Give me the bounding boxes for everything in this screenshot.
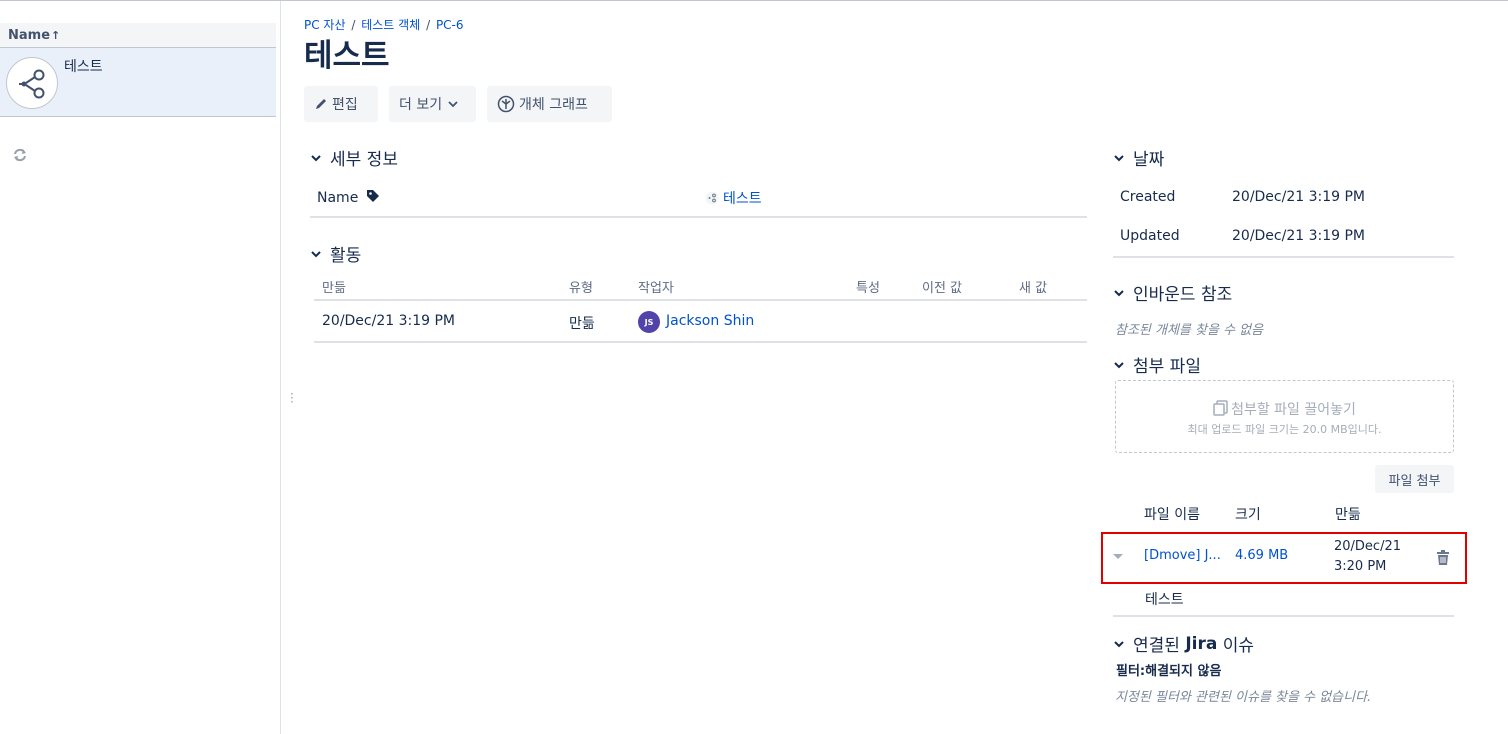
jira-empty-message: 지정된 필터와 관련된 이슈를 찾을 수 없습니다.	[1115, 690, 1372, 705]
more-button[interactable]: 더 보기	[389, 86, 476, 122]
graph-node-icon	[6, 57, 58, 109]
drop-zone-label: 첨부할 파일 끌어놓기	[1231, 402, 1356, 418]
object-list-item[interactable]: 테스트	[0, 48, 276, 117]
activity-row-type: 만듦	[569, 316, 595, 332]
graph-icon	[497, 95, 515, 113]
updated-label: Updated	[1120, 228, 1180, 244]
refresh-icon[interactable]	[11, 146, 29, 164]
name-column-header[interactable]: Name↑	[0, 23, 276, 48]
graph-node-icon	[705, 191, 719, 205]
activity-row-date: 20/Dec/21 3:19 PM	[322, 313, 456, 329]
activity-title: 활동	[330, 246, 362, 266]
sort-ascending-icon: ↑	[51, 29, 61, 42]
drop-zone-text: 첨부할 파일 끌어놓기	[1116, 399, 1453, 419]
object-graph-label: 개체 그래프	[519, 97, 588, 113]
chevron-down-icon	[1114, 361, 1124, 368]
attachments-title: 첨부 파일	[1133, 357, 1201, 377]
created-label: Created	[1120, 189, 1176, 205]
divider	[1113, 615, 1454, 617]
inbound-empty-message: 참조된 개체를 찾을 수 없음	[1115, 323, 1264, 338]
activity-header-new-value: 새 값	[1019, 281, 1048, 296]
chevron-down-icon	[1114, 289, 1124, 296]
activity-header-created: 만듦	[322, 281, 346, 296]
attachment-row-highlight	[1101, 532, 1467, 584]
avatar: JS	[638, 311, 660, 333]
chevron-down-icon	[1114, 154, 1124, 161]
attachment-comment: 테스트	[1145, 592, 1184, 608]
activity-header-attribute: 특성	[856, 281, 880, 296]
name-attribute-text: Name	[317, 190, 359, 206]
divider	[314, 299, 1087, 301]
object-list-item-label: 테스트	[64, 59, 103, 75]
attachments-section-toggle[interactable]: 첨부 파일	[1113, 352, 1201, 377]
file-drop-zone[interactable]: 첨부할 파일 끌어놓기 최대 업로드 파일 크기는 20.0 MB입니다.	[1115, 380, 1454, 453]
activity-section-toggle[interactable]: 활동	[310, 241, 361, 266]
panel-resize-handle[interactable]: · · ·	[290, 388, 294, 408]
created-value: 20/Dec/21 3:19 PM	[1232, 189, 1366, 205]
name-value-link[interactable]: 테스트	[723, 191, 762, 207]
jira-title-suffix: 이슈	[1217, 636, 1255, 656]
chevron-down-icon	[311, 154, 321, 161]
inbound-title: 인바운드 참조	[1133, 285, 1233, 305]
more-button-label: 더 보기	[399, 97, 443, 113]
divider	[310, 216, 1087, 218]
updated-value: 20/Dec/21 3:19 PM	[1232, 228, 1366, 244]
chevron-down-icon	[448, 101, 458, 108]
chevron-down-icon	[1114, 640, 1124, 647]
inbound-section-toggle[interactable]: 인바운드 참조	[1113, 280, 1232, 305]
dates-title: 날짜	[1133, 150, 1165, 170]
object-list-panel: Name↑ 테스트	[0, 1, 281, 734]
object-graph-button[interactable]: 개체 그래프	[487, 86, 612, 122]
activity-header-type: 유형	[569, 281, 593, 296]
divider	[314, 341, 1087, 343]
dates-section-toggle[interactable]: 날짜	[1113, 145, 1164, 170]
files-icon	[1213, 400, 1228, 416]
chevron-down-icon	[311, 250, 321, 257]
details-section-toggle[interactable]: 세부 정보	[310, 145, 398, 170]
edit-button-label: 편집	[332, 97, 358, 113]
activity-header-actor: 작업자	[638, 281, 674, 296]
tag-icon	[366, 190, 379, 202]
attachments-header-size: 크기	[1235, 507, 1261, 523]
attach-file-button[interactable]: 파일 첨부	[1375, 465, 1454, 493]
divider	[1113, 256, 1454, 258]
jira-title-prefix: 연결된	[1133, 636, 1186, 656]
name-column-label: Name	[8, 28, 51, 43]
jira-issues-section-toggle[interactable]: 연결된 Jira 이슈	[1113, 631, 1254, 656]
jira-filter-label: 필터:해결되지 않음	[1116, 664, 1222, 679]
breadcrumb-separator: /	[426, 18, 431, 32]
page-title: 테스트	[304, 38, 390, 74]
breadcrumb-item-key[interactable]: PC-6	[436, 18, 464, 32]
name-attribute-value[interactable]: 테스트	[705, 188, 762, 208]
attachments-header-name: 파일 이름	[1144, 507, 1200, 523]
drop-zone-size-limit: 최대 업로드 파일 크기는 20.0 MB입니다.	[1187, 423, 1382, 436]
pencil-icon	[316, 99, 326, 109]
edit-button[interactable]: 편집	[304, 86, 378, 122]
attachments-header-created: 만듦	[1335, 507, 1361, 523]
jira-title-bold: Jira	[1185, 633, 1218, 654]
activity-row-user-link[interactable]: Jackson Shin	[666, 313, 754, 329]
name-attribute-label: Name	[317, 189, 380, 206]
activity-header-old-value: 이전 값	[922, 281, 963, 296]
details-title: 세부 정보	[330, 150, 398, 170]
